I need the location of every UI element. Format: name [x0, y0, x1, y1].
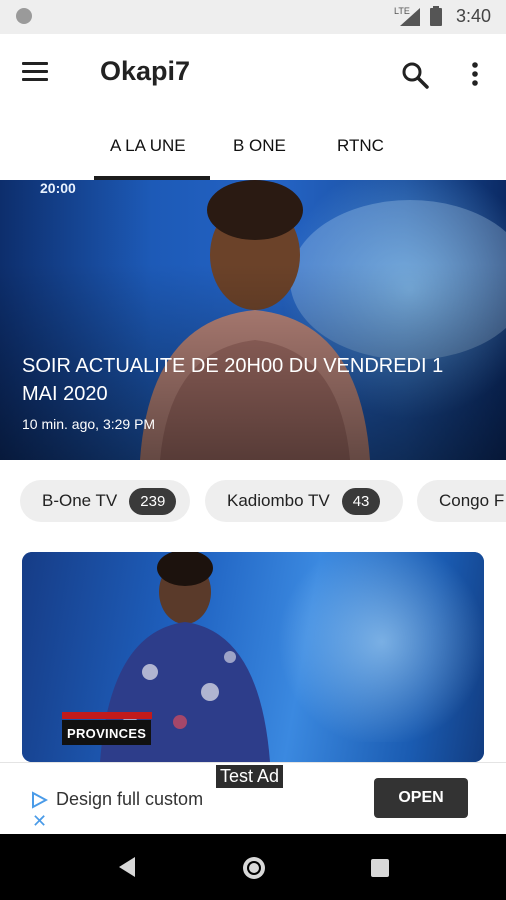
app-bar: Okapi7	[0, 34, 506, 114]
ad-label: Test Ad	[216, 765, 284, 788]
chip-count: 43	[341, 487, 381, 515]
tab-a-la-une[interactable]: A LA UNE	[110, 136, 186, 156]
more-vert-icon[interactable]	[462, 60, 488, 90]
chip-kadiombo-tv[interactable]: Kadiombo TV 43	[205, 480, 403, 522]
ad-open-button[interactable]: OPEN	[374, 778, 468, 818]
menu-icon[interactable]	[22, 62, 54, 88]
clock: 3:40	[456, 6, 492, 26]
ad-banner[interactable]: Test Ad ✕ Design full custom OPEN	[0, 762, 506, 835]
ad-text: Design full custom	[56, 789, 204, 809]
search-icon[interactable]	[400, 60, 430, 90]
app-title: Okapi7	[100, 56, 191, 86]
tab-b-one[interactable]: B ONE	[233, 136, 286, 156]
chip-congo[interactable]: Congo F	[417, 480, 506, 522]
ad-play-icon	[32, 791, 48, 809]
channel-chips: B-One TV 239 Kadiombo TV 43 Congo F	[0, 478, 506, 528]
tab-rtnc[interactable]: RTNC	[337, 136, 384, 156]
chip-label: Kadiombo TV	[227, 491, 330, 510]
chip-b-one-tv[interactable]: B-One TV 239	[20, 480, 190, 522]
notification-icon	[16, 8, 32, 24]
back-icon[interactable]	[117, 856, 137, 878]
chip-label: B-One TV	[42, 491, 118, 510]
video-card[interactable]: PROVINCES	[22, 552, 484, 762]
ad-close-icon[interactable]: ✕	[32, 811, 47, 832]
status-bar: LTE 3:40	[0, 0, 506, 34]
featured-video[interactable]: 20:00 SOIR ACTUALITE DE 20H00 DU VENDRED…	[0, 180, 506, 460]
chip-label: Congo F	[439, 491, 505, 510]
battery-icon	[430, 6, 442, 26]
chip-count: 239	[129, 487, 177, 515]
home-icon[interactable]	[240, 854, 268, 882]
recents-icon[interactable]	[370, 858, 390, 878]
provinces-badge: PROVINCES	[62, 720, 152, 745]
featured-title: SOIR ACTUALITE DE 20H00 DU VENDREDI 1 MA…	[22, 355, 444, 405]
tab-bar: A LA UNE B ONE RTNC	[0, 114, 506, 181]
system-nav-bar	[0, 834, 506, 900]
featured-timestamp: 10 min. ago, 3:29 PM	[22, 416, 156, 432]
signal-icon	[400, 8, 420, 26]
channel-logo: 20:00	[40, 180, 76, 196]
